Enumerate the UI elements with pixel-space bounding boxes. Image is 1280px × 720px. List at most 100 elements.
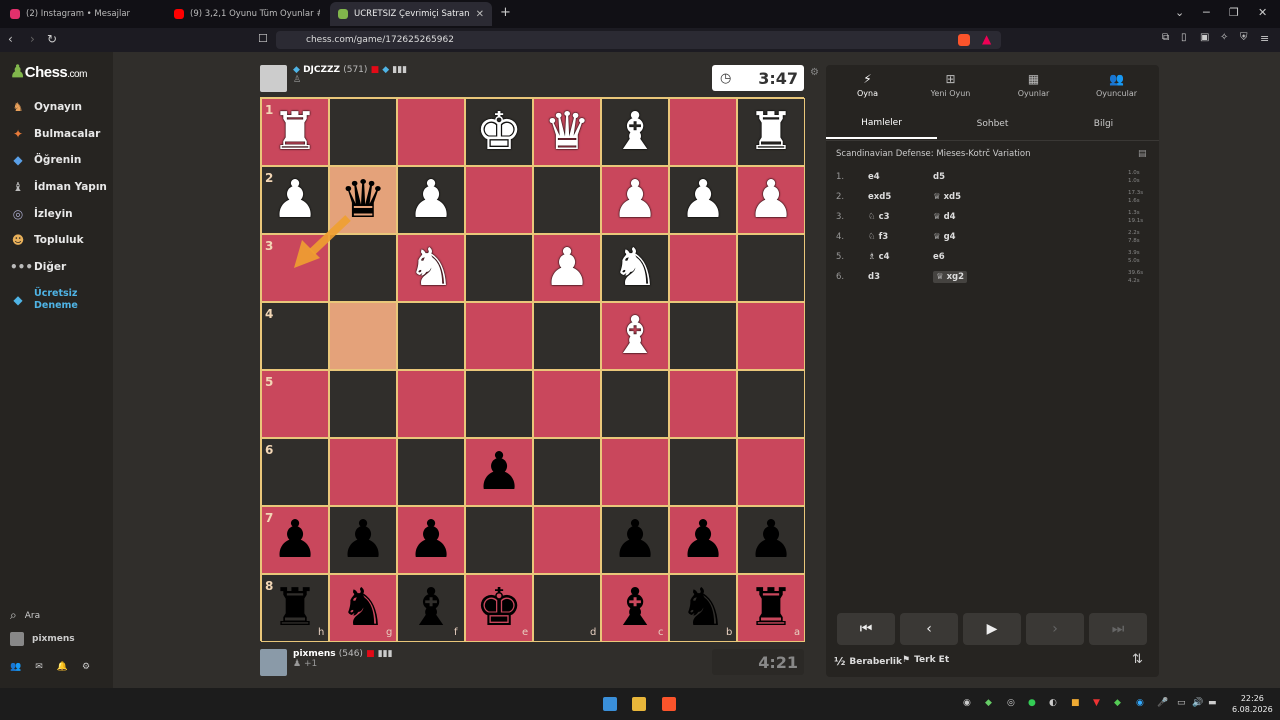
black-move[interactable]: d5 (933, 172, 945, 182)
brave-browser-icon[interactable] (662, 697, 676, 711)
reload-icon[interactable]: ↻ (47, 32, 57, 46)
black-move[interactable]: ♕ g4 (933, 232, 956, 242)
sidebar-item-train[interactable]: ♝ İdman Yapın (10, 180, 107, 194)
board-square[interactable] (329, 370, 397, 438)
white-piece[interactable]: ♟ (737, 166, 805, 234)
opponent-name[interactable]: DJCZZZ (303, 65, 340, 75)
white-piece[interactable]: ♛ (533, 98, 601, 166)
tray-icon[interactable]: ● (1028, 698, 1036, 708)
black-piece[interactable]: ♟ (669, 506, 737, 574)
black-piece[interactable]: ♟ (737, 506, 805, 574)
sidebar-item-more[interactable]: ••• Diğer (10, 260, 66, 274)
chevron-down-icon[interactable]: ⌄ (1175, 6, 1184, 19)
chess-logo[interactable]: ♟Chess.com (10, 62, 87, 82)
board-settings-icon[interactable]: ⚙ (810, 67, 819, 78)
white-move[interactable]: ♘ c3 (868, 212, 890, 222)
board-square[interactable] (601, 438, 669, 506)
board-square[interactable] (397, 302, 465, 370)
system-clock[interactable]: 22:26 6.08.2026 (1232, 693, 1273, 715)
sidebar-search[interactable]: ⌕ Ara (10, 608, 40, 623)
board-square[interactable] (329, 98, 397, 166)
bell-icon[interactable]: 🔔 (57, 662, 68, 672)
board-square[interactable] (533, 438, 601, 506)
last-move-button[interactable]: ⏭ (1089, 613, 1147, 645)
windows-start-icon[interactable] (603, 697, 617, 711)
tab-games[interactable]: ▦ Oyunlar (992, 65, 1075, 105)
minimize-icon[interactable]: ─ (1203, 6, 1210, 19)
black-piece[interactable]: ♟ (397, 506, 465, 574)
tray-icon[interactable]: ◆ (985, 698, 992, 708)
tab-instagram[interactable]: (2) Instagram • Mesajlar (2, 2, 164, 26)
player-avatar[interactable] (260, 649, 287, 676)
board-square[interactable] (397, 438, 465, 506)
board-square[interactable] (737, 438, 805, 506)
sidebar-item-community[interactable]: ☻ Topluluk (10, 233, 84, 247)
tray-icon[interactable]: ◎ (1007, 698, 1015, 708)
menu-icon[interactable]: ≡ (1260, 32, 1269, 45)
board-square[interactable] (533, 370, 601, 438)
subtab-chat[interactable]: Sohbet (937, 109, 1048, 139)
close-icon[interactable]: ✕ (476, 9, 484, 20)
black-move[interactable]: ♕ xg2 (933, 271, 968, 283)
black-piece[interactable]: ♟ (601, 506, 669, 574)
board-square[interactable] (465, 370, 533, 438)
tab-new-game[interactable]: ⊞ Yeni Oyun (909, 65, 992, 105)
bookmark-icon[interactable]: ☐ (258, 32, 268, 45)
first-move-button[interactable]: ⏮ (837, 613, 895, 645)
new-tab-icon[interactable]: + (500, 5, 511, 20)
white-move[interactable]: e4 (868, 172, 880, 182)
flip-board-icon[interactable]: ⇅ (1132, 652, 1143, 667)
black-move[interactable]: ♕ d4 (933, 212, 956, 222)
friends-icon[interactable]: 👥 (10, 662, 21, 672)
white-piece[interactable]: ♟ (533, 234, 601, 302)
board-square[interactable] (329, 438, 397, 506)
board-square[interactable] (465, 302, 533, 370)
wallet-icon[interactable]: ▣ (1200, 32, 1209, 43)
board-square[interactable] (533, 506, 601, 574)
volume-icon[interactable]: 🔊 (1192, 698, 1203, 708)
next-move-button[interactable]: › (1026, 613, 1084, 645)
board-square[interactable] (533, 166, 601, 234)
board-square[interactable] (669, 234, 737, 302)
tray-icon[interactable]: ◉ (963, 698, 971, 708)
tab-youtube[interactable]: (9) 3,2,1 Oyunu Tüm Oyunlar #9 l Hü (166, 2, 328, 26)
draw-button[interactable]: ½ Beraberlik (834, 655, 902, 668)
board-square[interactable] (737, 302, 805, 370)
resign-button[interactable]: ⚑ Terk Et (902, 655, 949, 665)
chess-board[interactable]: ♜ ♚ ♛ ♝ ♜ ♟ ♛ ♟ ♟ ♟ ♟ ♞ ♟ ♞ ♝ ♟ ♟ ♟ ♟ ♟ ♟ ♟ ♜ ♞ ♝ ♚ ♝ ♞ ♜ 1 2 3 4 5 6 7 8 h g f… (260, 97, 805, 642)
white-piece[interactable]: ♞ (397, 234, 465, 302)
extensions-icon[interactable]: ⧉ (1162, 32, 1169, 43)
white-move[interactable]: exd5 (868, 192, 891, 202)
tray-icon[interactable]: ◆ (1114, 698, 1121, 708)
board-square[interactable] (669, 438, 737, 506)
black-move[interactable]: e6 (933, 252, 945, 262)
board-square[interactable] (329, 302, 397, 370)
url-bar[interactable]: chess.com/game/172625265962 (276, 31, 1001, 49)
board-square[interactable] (465, 234, 533, 302)
network-icon[interactable]: ▭ (1177, 698, 1186, 708)
tray-icon[interactable]: ◐ (1049, 698, 1057, 708)
sidebar-user[interactable]: pixmens (10, 632, 75, 646)
board-square[interactable] (533, 302, 601, 370)
white-move[interactable]: ♗ c4 (868, 252, 890, 262)
board-square[interactable] (397, 98, 465, 166)
mail-icon[interactable]: ✉ (35, 662, 43, 672)
leo-icon[interactable]: ✧ (1220, 32, 1228, 43)
black-move[interactable]: ♕ xd5 (933, 192, 961, 202)
maximize-icon[interactable]: ❐ (1229, 6, 1239, 19)
board-square[interactable] (669, 370, 737, 438)
forward-icon[interactable]: › (30, 32, 35, 46)
white-piece[interactable]: ♝ (601, 98, 669, 166)
board-square[interactable] (669, 98, 737, 166)
sidebar-item-free-trial[interactable]: ◆ Ücretsiz Deneme (10, 288, 94, 312)
white-piece[interactable]: ♝ (601, 302, 669, 370)
white-piece[interactable]: ♟ (669, 166, 737, 234)
sidebar-item-puzzles[interactable]: ✦ Bulmacalar (10, 127, 100, 141)
white-piece[interactable]: ♚ (465, 98, 533, 166)
opponent-avatar[interactable] (260, 65, 287, 92)
play-button[interactable]: ▶ (963, 613, 1021, 645)
white-move[interactable]: ♘ f3 (868, 232, 888, 242)
window-close-icon[interactable]: ✕ (1258, 6, 1267, 19)
board-square[interactable] (397, 370, 465, 438)
prev-move-button[interactable]: ‹ (900, 613, 958, 645)
